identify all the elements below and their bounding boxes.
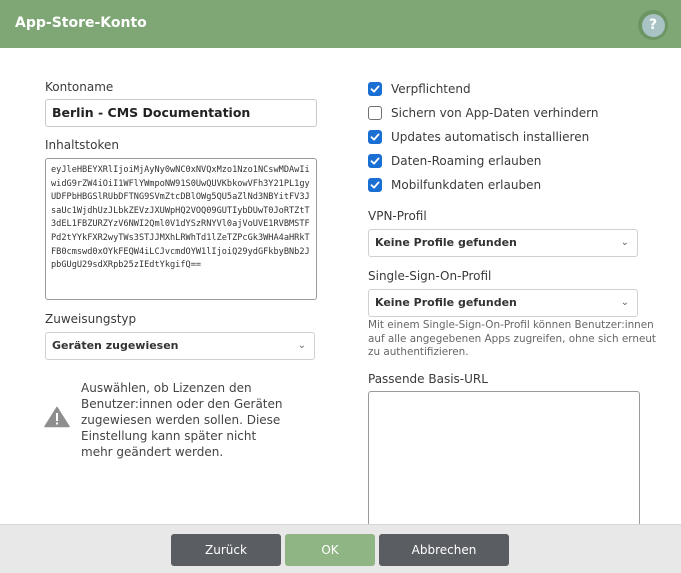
checkbox-box[interactable]	[368, 82, 382, 96]
help-icon: ?	[641, 13, 665, 37]
sso-hint-text: Mit einem Single-Sign-On-Profil können B…	[368, 319, 656, 359]
chevron-down-icon: ⌄	[620, 237, 629, 248]
checkbox-label: Mobilfunkdaten erlauben	[391, 178, 542, 192]
sso-profile-value: Keine Profile gefunden	[375, 296, 517, 309]
vpn-profile-label: VPN-Profil	[368, 209, 427, 223]
dialog-header: App-Store-Konto ?	[0, 0, 681, 48]
checkbox-auto-update[interactable]: Updates automatisch installieren	[368, 128, 589, 146]
base-url-textarea[interactable]	[368, 391, 640, 531]
checkbox-mobile-data[interactable]: Mobilfunkdaten erlauben	[368, 176, 541, 194]
cancel-button[interactable]: Abbrechen	[379, 534, 509, 566]
checkbox-label: Updates automatisch installieren	[391, 130, 590, 144]
sso-profile-select[interactable]: Keine Profile gefunden ⌄	[368, 289, 638, 317]
base-url-label: Passende Basis-URL	[368, 372, 488, 386]
assignment-type-select[interactable]: Geräten zugewiesen ⌄	[45, 332, 315, 360]
dialog-title: App-Store-Konto	[15, 15, 147, 31]
help-button[interactable]: ?	[638, 10, 668, 40]
checkbox-label: Sichern von App-Daten verhindern	[391, 106, 599, 120]
check-icon	[370, 85, 380, 93]
check-icon	[370, 181, 380, 189]
check-icon	[370, 157, 380, 165]
account-name-input[interactable]: Berlin - CMS Documentation	[45, 99, 317, 127]
chevron-down-icon: ⌄	[620, 297, 629, 308]
checkbox-box[interactable]	[368, 130, 382, 144]
assignment-type-label: Zuweisungstyp	[45, 312, 137, 326]
vpn-profile-select[interactable]: Keine Profile gefunden ⌄	[368, 229, 638, 257]
checkbox-label: Daten-Roaming erlauben	[391, 154, 542, 168]
app-store-account-dialog: App-Store-Konto ? Kontoname Berlin - CMS…	[0, 0, 681, 573]
checkbox-box[interactable]	[368, 154, 382, 168]
checkbox-box[interactable]	[368, 178, 382, 192]
checkbox-prevent-backup[interactable]: Sichern von App-Daten verhindern	[368, 104, 599, 122]
vpn-profile-value: Keine Profile gefunden	[375, 236, 517, 249]
token-label: Inhaltstoken	[45, 138, 119, 152]
chevron-down-icon: ⌄	[297, 340, 306, 351]
check-icon	[370, 133, 380, 141]
assignment-warning-text: Auswählen, ob Lizenzen den Benutzer:inne…	[81, 381, 283, 459]
account-name-label: Kontoname	[45, 80, 114, 94]
assignment-type-value: Geräten zugewiesen	[52, 339, 179, 352]
checkbox-box[interactable]	[368, 106, 382, 120]
sso-profile-label: Single-Sign-On-Profil	[368, 269, 492, 283]
checkbox-data-roaming[interactable]: Daten-Roaming erlauben	[368, 152, 541, 170]
ok-button[interactable]: OK	[285, 534, 375, 566]
token-textarea[interactable]: eyJleHBEYXRlIjoiMjAyNy0wNC0xNVQxMzo1Nzo1…	[45, 158, 317, 300]
checkbox-mandatory[interactable]: Verpflichtend	[368, 80, 471, 98]
checkbox-label: Verpflichtend	[391, 82, 471, 96]
warning-icon	[44, 406, 70, 428]
back-button[interactable]: Zurück	[171, 534, 281, 566]
